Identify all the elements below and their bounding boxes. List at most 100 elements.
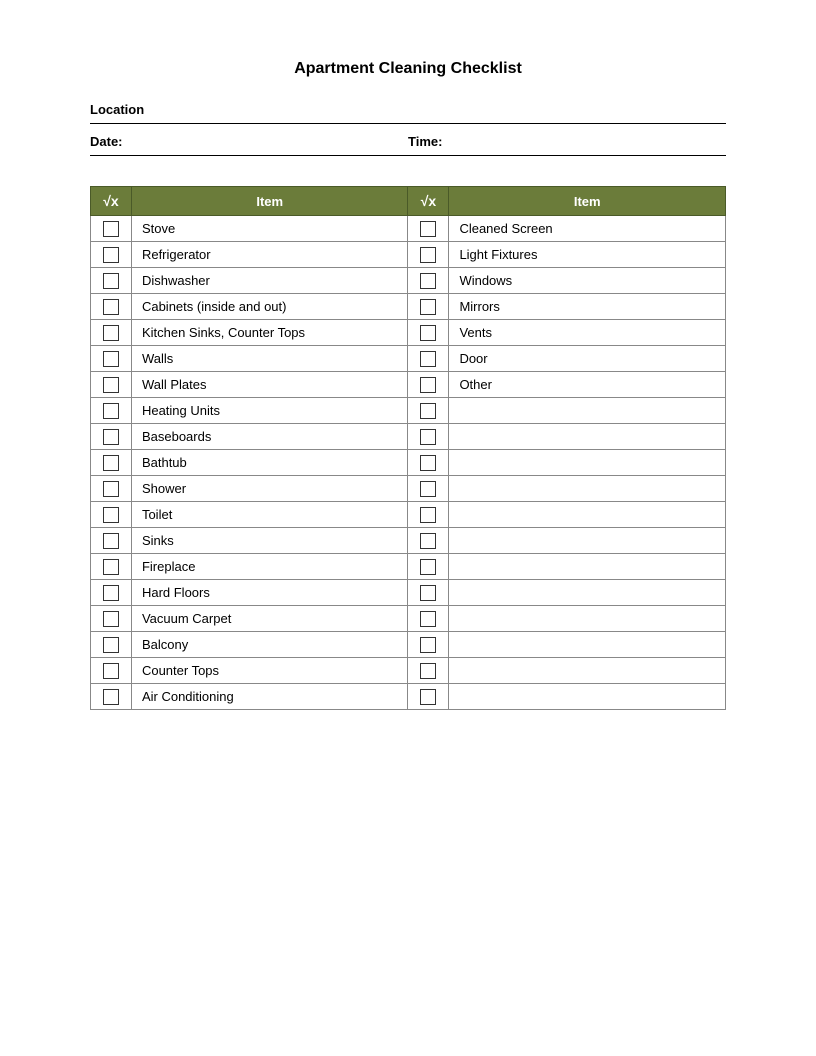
- left-checkbox[interactable]: [103, 507, 119, 523]
- left-checkbox[interactable]: [103, 559, 119, 575]
- right-checkbox[interactable]: [420, 481, 436, 497]
- left-checkbox[interactable]: [103, 221, 119, 237]
- right-checkbox-cell[interactable]: [408, 320, 449, 346]
- right-checkbox-cell[interactable]: [408, 554, 449, 580]
- right-item-cell: [449, 554, 726, 580]
- left-item-cell: Counter Tops: [131, 658, 408, 684]
- left-item-cell: Stove: [131, 216, 408, 242]
- left-checkbox[interactable]: [103, 455, 119, 471]
- left-checkbox-cell[interactable]: [91, 346, 132, 372]
- time-field: Time:: [408, 134, 726, 149]
- right-checkbox-cell[interactable]: [408, 216, 449, 242]
- left-checkbox-cell[interactable]: [91, 606, 132, 632]
- left-item-cell: Bathtub: [131, 450, 408, 476]
- left-checkbox[interactable]: [103, 481, 119, 497]
- left-checkbox-cell[interactable]: [91, 658, 132, 684]
- left-checkbox-cell[interactable]: [91, 424, 132, 450]
- right-checkbox[interactable]: [420, 273, 436, 289]
- left-checkbox-cell[interactable]: [91, 294, 132, 320]
- left-checkbox[interactable]: [103, 403, 119, 419]
- left-item-cell: Air Conditioning: [131, 684, 408, 710]
- right-item-cell: Light Fixtures: [449, 242, 726, 268]
- right-checkbox[interactable]: [420, 377, 436, 393]
- left-header-icon: √x: [103, 193, 118, 209]
- left-checkbox-cell[interactable]: [91, 268, 132, 294]
- left-item-cell: Toilet: [131, 502, 408, 528]
- right-checkbox-cell[interactable]: [408, 372, 449, 398]
- right-checkbox[interactable]: [420, 299, 436, 315]
- left-checkbox-cell[interactable]: [91, 242, 132, 268]
- right-checkbox-cell[interactable]: [408, 580, 449, 606]
- left-check-header: √x: [91, 187, 132, 216]
- right-checkbox[interactable]: [420, 247, 436, 263]
- right-checkbox-cell[interactable]: [408, 476, 449, 502]
- left-item-cell: Dishwasher: [131, 268, 408, 294]
- right-checkbox-cell[interactable]: [408, 242, 449, 268]
- left-checkbox-cell[interactable]: [91, 372, 132, 398]
- right-checkbox-cell[interactable]: [408, 268, 449, 294]
- left-checkbox-cell[interactable]: [91, 398, 132, 424]
- table-row: Baseboards: [91, 424, 726, 450]
- right-checkbox[interactable]: [420, 533, 436, 549]
- left-item-cell: Shower: [131, 476, 408, 502]
- right-item-cell: [449, 398, 726, 424]
- left-checkbox[interactable]: [103, 611, 119, 627]
- right-checkbox[interactable]: [420, 403, 436, 419]
- left-checkbox-cell[interactable]: [91, 528, 132, 554]
- left-checkbox[interactable]: [103, 325, 119, 341]
- left-checkbox-cell[interactable]: [91, 216, 132, 242]
- right-checkbox[interactable]: [420, 221, 436, 237]
- left-checkbox[interactable]: [103, 429, 119, 445]
- right-checkbox[interactable]: [420, 455, 436, 471]
- left-checkbox[interactable]: [103, 377, 119, 393]
- left-checkbox[interactable]: [103, 299, 119, 315]
- right-checkbox[interactable]: [420, 325, 436, 341]
- table-row: Sinks: [91, 528, 726, 554]
- right-checkbox-cell[interactable]: [408, 632, 449, 658]
- left-checkbox[interactable]: [103, 637, 119, 653]
- right-checkbox-cell[interactable]: [408, 684, 449, 710]
- left-checkbox-cell[interactable]: [91, 632, 132, 658]
- left-checkbox[interactable]: [103, 533, 119, 549]
- date-label: Date:: [90, 134, 123, 149]
- left-checkbox[interactable]: [103, 689, 119, 705]
- right-item-cell: Mirrors: [449, 294, 726, 320]
- right-item-cell: [449, 632, 726, 658]
- left-checkbox-cell[interactable]: [91, 502, 132, 528]
- right-checkbox[interactable]: [420, 611, 436, 627]
- right-item-cell: [449, 580, 726, 606]
- right-checkbox-cell[interactable]: [408, 502, 449, 528]
- right-checkbox-cell[interactable]: [408, 528, 449, 554]
- left-checkbox[interactable]: [103, 351, 119, 367]
- right-checkbox[interactable]: [420, 429, 436, 445]
- left-checkbox-cell[interactable]: [91, 684, 132, 710]
- right-checkbox[interactable]: [420, 663, 436, 679]
- right-checkbox[interactable]: [420, 351, 436, 367]
- right-item-cell: [449, 450, 726, 476]
- left-checkbox-cell[interactable]: [91, 320, 132, 346]
- right-checkbox[interactable]: [420, 689, 436, 705]
- table-row: Kitchen Sinks, Counter TopsVents: [91, 320, 726, 346]
- right-checkbox-cell[interactable]: [408, 346, 449, 372]
- left-checkbox-cell[interactable]: [91, 476, 132, 502]
- left-checkbox-cell[interactable]: [91, 554, 132, 580]
- right-checkbox-cell[interactable]: [408, 424, 449, 450]
- right-checkbox-cell[interactable]: [408, 658, 449, 684]
- right-checkbox-cell[interactable]: [408, 294, 449, 320]
- left-checkbox[interactable]: [103, 273, 119, 289]
- right-checkbox[interactable]: [420, 559, 436, 575]
- right-checkbox-cell[interactable]: [408, 606, 449, 632]
- right-checkbox[interactable]: [420, 637, 436, 653]
- right-checkbox-cell[interactable]: [408, 450, 449, 476]
- left-checkbox[interactable]: [103, 663, 119, 679]
- right-checkbox[interactable]: [420, 507, 436, 523]
- right-checkbox-cell[interactable]: [408, 398, 449, 424]
- left-checkbox-cell[interactable]: [91, 580, 132, 606]
- right-checkbox[interactable]: [420, 585, 436, 601]
- table-row: Cabinets (inside and out)Mirrors: [91, 294, 726, 320]
- left-checkbox[interactable]: [103, 247, 119, 263]
- left-checkbox[interactable]: [103, 585, 119, 601]
- left-checkbox-cell[interactable]: [91, 450, 132, 476]
- time-label: Time:: [408, 134, 442, 149]
- table-row: RefrigeratorLight Fixtures: [91, 242, 726, 268]
